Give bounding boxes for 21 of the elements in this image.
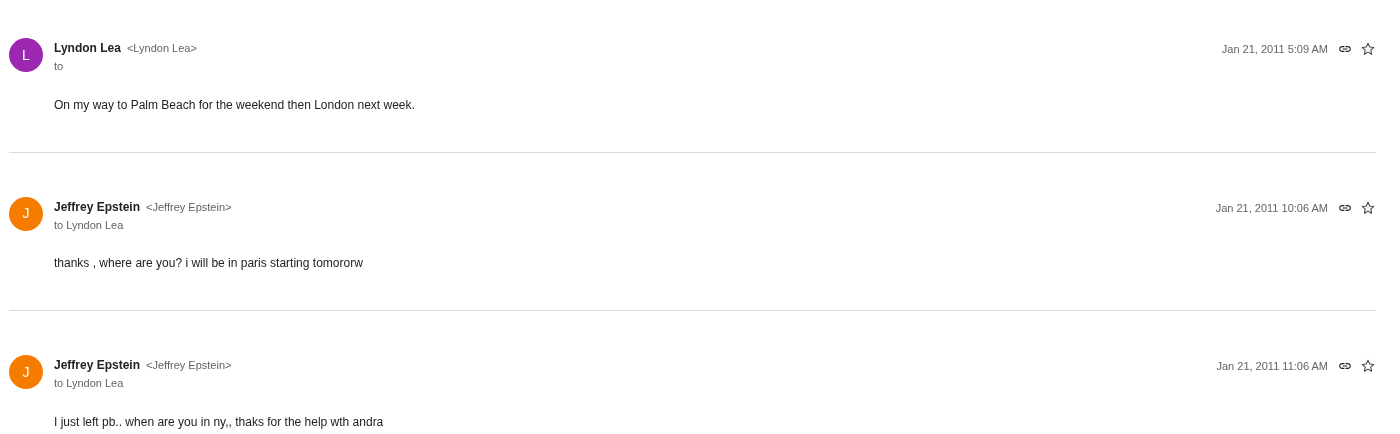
message-body: On my way to Palm Beach for the weekend then London next week.: [54, 96, 416, 114]
star-icon[interactable]: [1360, 41, 1376, 58]
message-date: Jan 21, 2011 5:09 AM: [1221, 42, 1328, 57]
star-icon[interactable]: [1360, 358, 1376, 375]
sender-name: Jeffrey Epstein: [54, 357, 141, 374]
sender-address: <Jeffrey Epstein>: [146, 358, 232, 373]
recipients: to Lyndon Lea: [54, 217, 125, 233]
recipients: to Lyndon Lea: [54, 376, 125, 391]
message-body: thanks , where are you? i will be in paris starting tomororw: [54, 255, 364, 272]
star-icon[interactable]: [1360, 199, 1376, 216]
sender-name: Jeffrey Epstein: [54, 198, 141, 216]
message-date: Jan 21, 2011 11:06 AM: [1216, 359, 1328, 374]
sender-address: <Lyndon Lea>: [126, 41, 197, 56]
avatar: L: [9, 38, 43, 72]
message-body: I just left pb.. when are you in ny,, thaks for the help wth andra: [54, 413, 385, 431]
sender-name: Lyndon Lea: [54, 40, 121, 57]
sender-address: <Jeffrey Epstein>: [146, 199, 232, 215]
message-date: Jan 21, 2011 10:06 AM: [1215, 200, 1328, 216]
avatar: J: [9, 196, 43, 231]
recipients: to: [54, 59, 65, 74]
avatar: J: [9, 355, 43, 389]
